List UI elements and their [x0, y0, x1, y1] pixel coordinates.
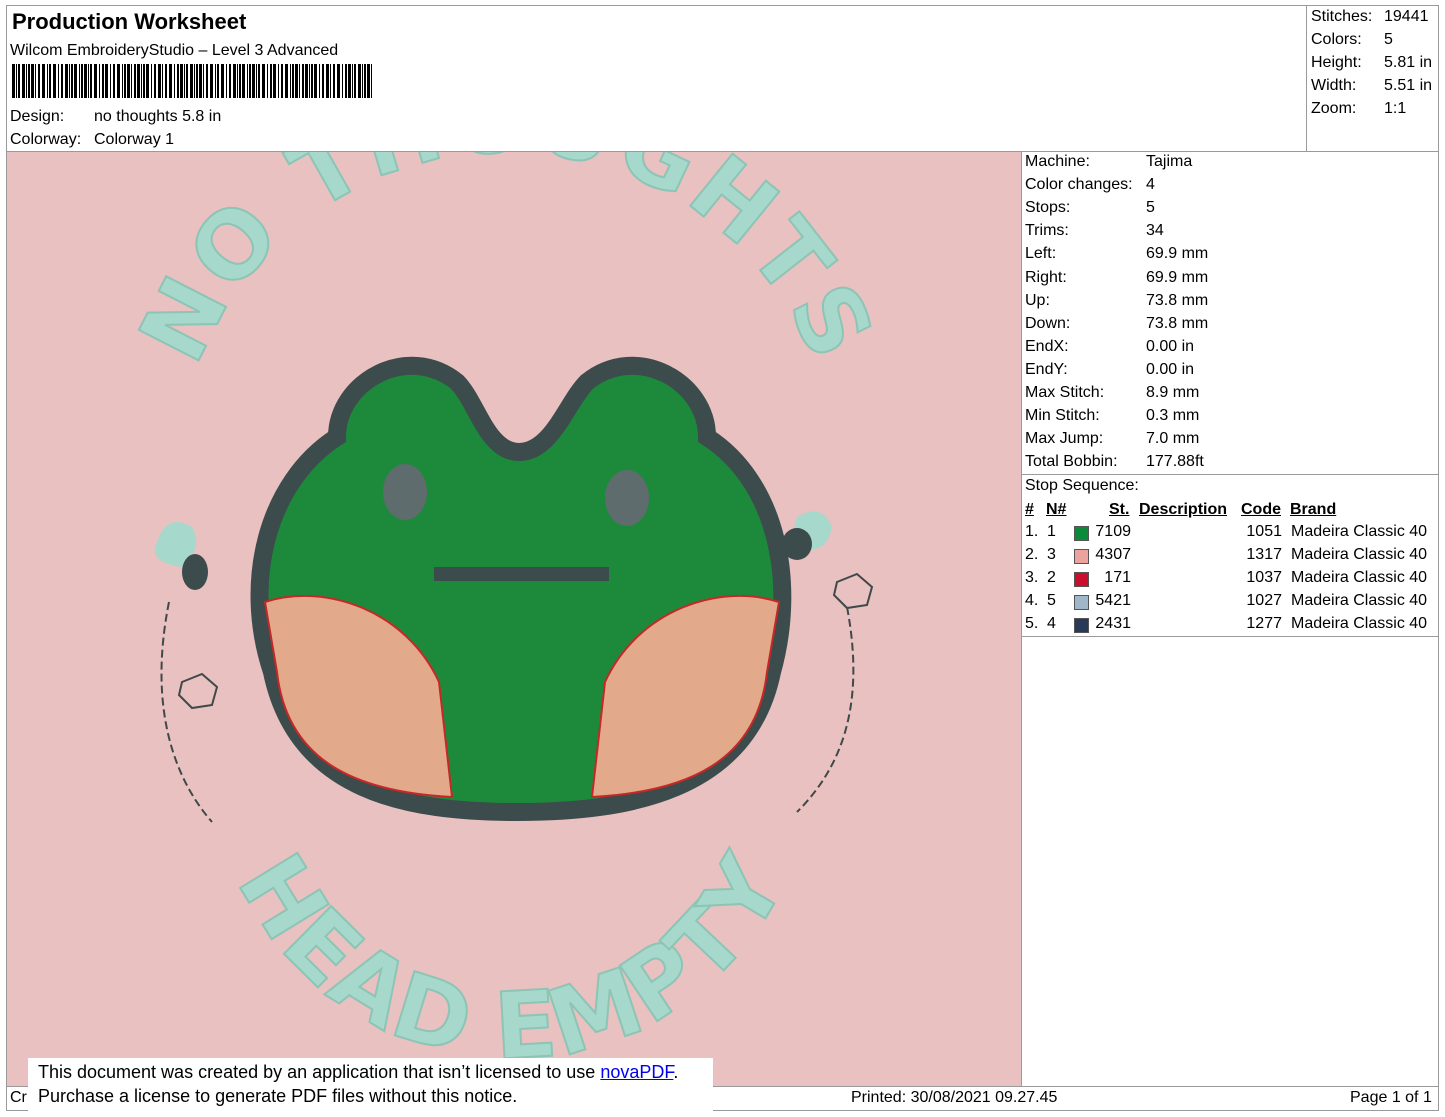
colorway-value: Colorway 1	[94, 131, 175, 148]
specs-panel	[1021, 151, 1439, 475]
notice-line1: This document was created by an applicat…	[38, 1062, 601, 1082]
spec-value: Tajima	[1146, 153, 1193, 170]
stop-row-num: 3.	[1025, 569, 1039, 586]
spec-label: Color changes:	[1025, 176, 1133, 194]
spec-label: Machine:	[1025, 153, 1090, 170]
spec-label: Down:	[1025, 314, 1071, 332]
col-st-header: St.	[1109, 501, 1130, 518]
stop-row-num: 5.	[1025, 615, 1039, 632]
spec-label: Max Stitch:	[1025, 384, 1105, 401]
left-dangle-stitch	[160, 601, 213, 823]
summary-label: Height:	[1311, 54, 1362, 71]
spec-label: Total Bobbin:	[1025, 453, 1118, 471]
design-preview: NO THOUGHTS HEAD EMPTY	[6, 65, 1022, 1087]
stop-row-stitches: 2431	[1095, 615, 1131, 632]
design-text-top: NO THOUGHTS	[119, 152, 895, 378]
notice-period: .	[673, 1062, 679, 1082]
spec-value: 8.9 mm	[1146, 384, 1200, 401]
stop-row-needle: 5	[1047, 592, 1056, 609]
col-num-header: #	[1025, 501, 1034, 518]
page-title: Production Worksheet	[12, 9, 247, 34]
col-brand-header: Brand	[1290, 501, 1337, 518]
spec-value: 69.9 mm	[1146, 268, 1209, 286]
stop-row-needle: 1	[1047, 523, 1056, 540]
summary-label: Colors:	[1311, 31, 1362, 48]
printed-date: Printed: 30/08/2021 09.27.45	[851, 1089, 1058, 1106]
stop-row-needle: 3	[1047, 546, 1056, 563]
stop-row-brand: Madeira Classic 40	[1291, 592, 1428, 609]
page-number: Page 1 of 1	[1350, 1089, 1432, 1106]
stop-row-brand: Madeira Classic 40	[1291, 615, 1428, 632]
stop-row-num: 4.	[1025, 592, 1039, 609]
novapdf-link[interactable]: novaPDF	[600, 1062, 673, 1082]
spec-value: 0.00 in	[1146, 337, 1195, 355]
license-notice: This document was created by an applicat…	[28, 1058, 713, 1111]
design-text-bottom: HEAD EMPTY	[217, 836, 807, 1080]
spec-label: Up:	[1025, 291, 1050, 309]
right-hex-stitch	[832, 572, 874, 610]
spec-label: Left:	[1025, 245, 1057, 263]
barcode	[12, 64, 374, 98]
stop-row-code: 1037	[1246, 569, 1282, 586]
embroidery-design: NO THOUGHTS HEAD EMPTY	[118, 65, 895, 1082]
summary-value: 5.81 in	[1384, 54, 1433, 71]
left-hex-stitch	[177, 672, 219, 710]
colorway-label: Colorway:	[10, 131, 82, 148]
spec-label: Right:	[1025, 268, 1067, 286]
footer-left-fragment: Cr	[10, 1089, 27, 1106]
stop-row-code: 1027	[1246, 592, 1282, 609]
stop-row-num: 1.	[1025, 523, 1039, 540]
stop-row-stitches: 5421	[1095, 592, 1131, 609]
spec-value: 34	[1146, 222, 1164, 240]
spec-label: EndY:	[1025, 360, 1068, 378]
summary-value: 5.51 in	[1384, 77, 1433, 94]
right-charm	[782, 511, 832, 560]
spec-label: Trims:	[1025, 222, 1069, 240]
design-value: no thoughts 5.8 in	[94, 108, 222, 125]
spec-value: 177.88ft	[1146, 453, 1204, 471]
stop-row-code: 1317	[1246, 546, 1282, 563]
spec-label: Max Jump:	[1025, 430, 1104, 448]
spec-value: 73.8 mm	[1146, 314, 1209, 332]
stop-row-stitches: 7109	[1095, 523, 1131, 540]
left-charm	[154, 522, 208, 590]
stop-row-needle: 4	[1047, 615, 1056, 632]
summary-label: Width:	[1311, 77, 1357, 94]
spec-value: 73.8 mm	[1146, 291, 1209, 309]
notice-line2: Purchase a license to generate PDF files…	[38, 1086, 518, 1106]
stop-row-brand: Madeira Classic 40	[1291, 546, 1428, 563]
stop-row-needle: 2	[1047, 569, 1056, 586]
col-n-header: N#	[1046, 501, 1067, 518]
software-name: Wilcom EmbroideryStudio – Level 3 Advanc…	[10, 42, 339, 59]
stop-row-num: 2.	[1025, 546, 1039, 563]
stop-row-stitches: 4307	[1095, 546, 1131, 563]
frog-head	[250, 356, 792, 822]
stop-sequence-label: Stop Sequence:	[1025, 477, 1139, 494]
stop-row-brand: Madeira Classic 40	[1291, 569, 1428, 586]
summary-value: 5	[1384, 31, 1393, 48]
summary-label: Zoom:	[1311, 100, 1357, 117]
spec-label: EndX:	[1025, 337, 1069, 355]
col-code-header: Code	[1241, 501, 1281, 518]
stop-row-stitches: 171	[1104, 569, 1131, 586]
spec-value: 0.00 in	[1146, 360, 1195, 378]
summary-value: 19441	[1384, 8, 1429, 25]
spec-value: 5	[1146, 199, 1155, 217]
spec-value: 4	[1146, 176, 1155, 194]
design-label: Design:	[10, 108, 65, 125]
spec-value: 0.3 mm	[1146, 407, 1200, 425]
stop-row-code: 1277	[1246, 615, 1282, 632]
summary-label: Stitches:	[1311, 8, 1373, 25]
spec-value: 7.0 mm	[1146, 430, 1200, 448]
spec-label: Stops:	[1025, 199, 1071, 217]
spec-value: 69.9 mm	[1146, 245, 1209, 263]
empty-panel	[1021, 636, 1439, 1087]
stop-row-code: 1051	[1246, 523, 1282, 540]
col-desc-header: Description	[1139, 501, 1228, 518]
stop-row-brand: Madeira Classic 40	[1291, 523, 1428, 540]
spec-label: Min Stitch:	[1025, 407, 1100, 425]
summary-value: 1:1	[1384, 100, 1407, 117]
right-dangle-stitch	[796, 606, 855, 813]
